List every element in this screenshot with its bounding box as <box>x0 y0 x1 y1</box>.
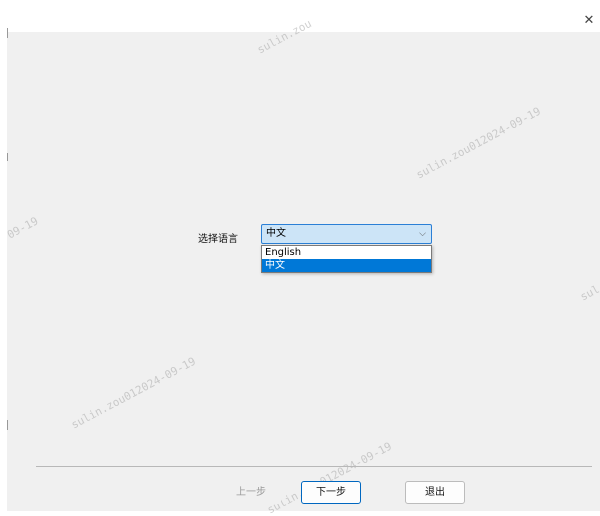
left-edge-mark <box>7 28 8 38</box>
title-bar: ✕ <box>0 0 600 32</box>
language-option-english[interactable]: English <box>262 246 431 259</box>
left-edge-mark <box>7 153 8 161</box>
language-dropdown-list: English 中文 <box>261 245 432 273</box>
exit-button[interactable]: 退出 <box>405 481 465 504</box>
left-edge-mark <box>7 420 8 430</box>
language-select[interactable]: 中文 ⌵ <box>261 224 432 244</box>
chevron-down-icon: ⌵ <box>419 229 426 239</box>
language-label: 选择语言 <box>198 234 238 245</box>
language-option-chinese[interactable]: 中文 <box>262 259 431 272</box>
next-button[interactable]: 下一步 <box>301 481 361 504</box>
footer-divider <box>36 466 592 467</box>
back-button[interactable]: 上一步 <box>221 481 281 504</box>
close-icon[interactable]: ✕ <box>578 12 600 30</box>
language-select-value: 中文 <box>266 228 286 239</box>
